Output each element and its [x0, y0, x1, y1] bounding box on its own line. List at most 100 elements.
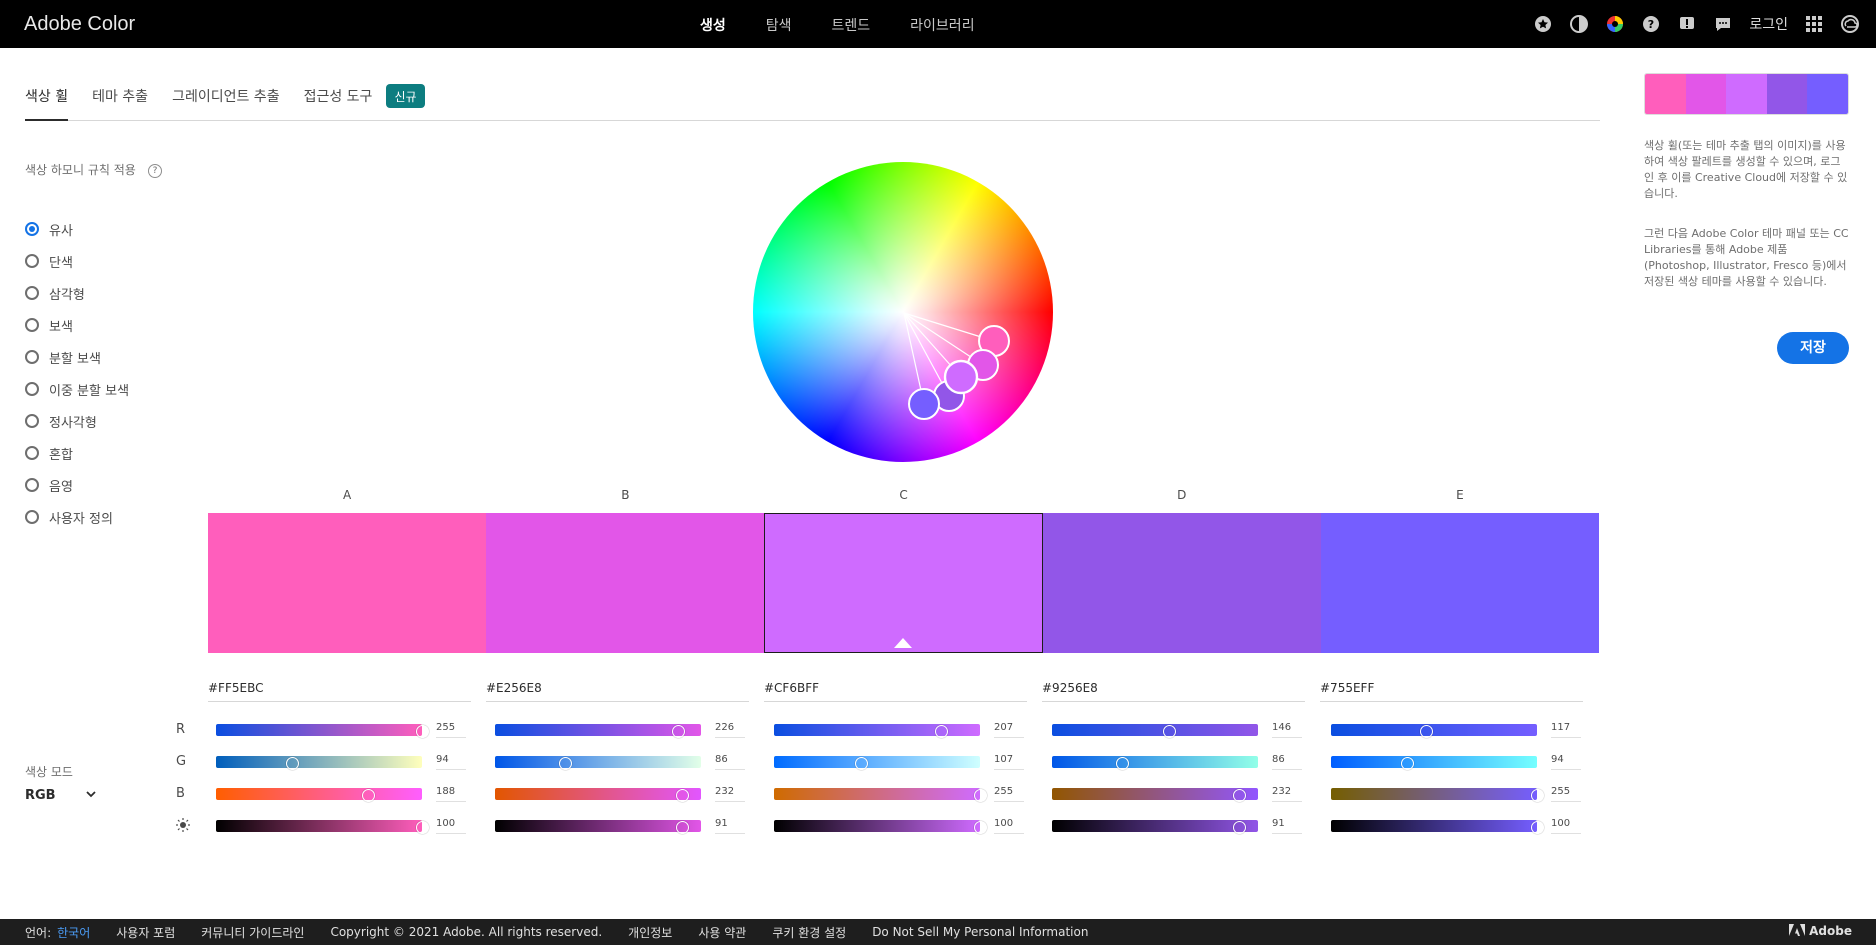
- brightness-value-input[interactable]: 100: [436, 818, 466, 834]
- harmony-help-icon[interactable]: ?: [148, 164, 162, 178]
- brightness-value-input[interactable]: 100: [1551, 818, 1581, 834]
- g-slider-handle[interactable]: [286, 757, 300, 770]
- r-slider-handle[interactable]: [672, 725, 686, 738]
- radio-icon[interactable]: [25, 318, 39, 332]
- g-slider-track[interactable]: [774, 756, 980, 770]
- login-link[interactable]: 로그인: [1749, 14, 1788, 34]
- g-slider-track[interactable]: [216, 756, 422, 770]
- b-slider-track[interactable]: [216, 788, 422, 802]
- brightness-value-input[interactable]: 91: [1272, 818, 1302, 834]
- nav-explore[interactable]: 탐색: [766, 15, 792, 35]
- rule-double-split-complementary[interactable]: 이중 분할 보색: [25, 373, 129, 405]
- r-slider-track[interactable]: [1052, 724, 1258, 738]
- rule-square[interactable]: 정사각형: [25, 405, 129, 437]
- g-slider-track[interactable]: [1052, 756, 1258, 770]
- b-value-input[interactable]: 232: [715, 786, 745, 802]
- radio-icon[interactable]: [25, 286, 39, 300]
- b-slider-track[interactable]: [1052, 788, 1258, 802]
- r-value-input[interactable]: 117: [1551, 722, 1581, 738]
- r-slider-track[interactable]: [495, 724, 701, 738]
- apps-grid-icon[interactable]: [1802, 12, 1826, 36]
- b-slider-track[interactable]: [495, 788, 701, 802]
- color-wheel-icon[interactable]: [1603, 12, 1627, 36]
- b-value-input[interactable]: 188: [436, 786, 466, 802]
- g-slider-handle[interactable]: [559, 757, 573, 770]
- radio-icon[interactable]: [25, 382, 39, 396]
- brightness-slider-handle[interactable]: [974, 821, 987, 834]
- brightness-value-input[interactable]: 100: [994, 818, 1024, 834]
- radio-icon[interactable]: [25, 510, 39, 524]
- rule-shades[interactable]: 음영: [25, 469, 129, 501]
- b-slider-track[interactable]: [774, 788, 987, 802]
- swatch-a[interactable]: [208, 513, 486, 653]
- g-slider-track[interactable]: [1331, 756, 1537, 770]
- tab-extract-gradient[interactable]: 그레이디언트 추출: [172, 82, 280, 121]
- b-slider-track[interactable]: [1331, 788, 1544, 802]
- hex-input-d[interactable]: #9256E8: [1042, 679, 1305, 702]
- hex-input-b[interactable]: #E256E8: [486, 679, 749, 702]
- r-slider-handle[interactable]: [1419, 725, 1433, 738]
- rule-complementary[interactable]: 보색: [25, 309, 129, 341]
- g-value-input[interactable]: 107: [994, 754, 1024, 770]
- r-value-input[interactable]: 226: [715, 722, 745, 738]
- radio-icon[interactable]: [25, 446, 39, 460]
- brightness-slider-handle[interactable]: [416, 821, 429, 834]
- brightness-value-input[interactable]: 91: [715, 818, 745, 834]
- swatch-b[interactable]: [485, 513, 764, 653]
- tab-accessibility-tools[interactable]: 접근성 도구: [304, 82, 373, 121]
- brightness-slider-track[interactable]: [1331, 820, 1544, 834]
- swatch-d[interactable]: [1043, 513, 1322, 653]
- b-value-input[interactable]: 255: [994, 786, 1024, 802]
- app-title[interactable]: Adobe Color: [24, 13, 135, 36]
- dark-mode-icon[interactable]: [1567, 12, 1591, 36]
- r-value-input[interactable]: 207: [994, 722, 1024, 738]
- r-slider-handle[interactable]: [1163, 725, 1177, 738]
- rule-triad[interactable]: 삼각형: [25, 277, 129, 309]
- g-value-input[interactable]: 94: [436, 754, 466, 770]
- r-slider-track[interactable]: [1331, 724, 1537, 738]
- save-button[interactable]: 저장: [1777, 332, 1849, 364]
- hex-input-c[interactable]: #CF6BFF: [764, 679, 1027, 702]
- footer-cookie-link[interactable]: 쿠키 환경 설정: [772, 924, 846, 941]
- brightness-slider-handle[interactable]: [1233, 821, 1247, 834]
- b-slider-handle[interactable]: [362, 789, 376, 802]
- b-value-input[interactable]: 255: [1551, 786, 1581, 802]
- footer-terms-link[interactable]: 사용 약관: [698, 924, 746, 941]
- nav-create[interactable]: 생성: [700, 15, 726, 35]
- rule-monochromatic[interactable]: 단색: [25, 245, 129, 277]
- brightness-slider-track[interactable]: [1052, 820, 1258, 834]
- b-slider-handle[interactable]: [1531, 789, 1544, 802]
- g-slider-track[interactable]: [495, 756, 701, 770]
- r-slider-track[interactable]: [774, 724, 980, 738]
- b-slider-handle[interactable]: [1233, 789, 1247, 802]
- radio-checked-icon[interactable]: [25, 222, 39, 236]
- footer-do-not-sell-link[interactable]: Do Not Sell My Personal Information: [872, 925, 1088, 939]
- tab-color-wheel[interactable]: 색상 휠: [25, 82, 69, 121]
- footer-guidelines-link[interactable]: 커뮤니티 가이드라인: [201, 924, 304, 941]
- g-value-input[interactable]: 86: [715, 754, 745, 770]
- brightness-slider-track[interactable]: [774, 820, 987, 834]
- tab-extract-theme[interactable]: 테마 추출: [92, 82, 148, 121]
- color-mode-select[interactable]: RGB: [25, 788, 97, 804]
- radio-icon[interactable]: [25, 414, 39, 428]
- footer-privacy-link[interactable]: 개인정보: [628, 924, 672, 941]
- g-slider-handle[interactable]: [1116, 757, 1130, 770]
- g-slider-handle[interactable]: [1401, 757, 1415, 770]
- g-value-input[interactable]: 94: [1551, 754, 1581, 770]
- language-link[interactable]: 한국어: [57, 924, 90, 941]
- r-value-input[interactable]: 146: [1272, 722, 1302, 738]
- adobe-logo[interactable]: Adobe: [1788, 924, 1852, 938]
- rule-analogous[interactable]: 유사: [25, 213, 129, 245]
- rule-custom[interactable]: 사용자 정의: [25, 501, 129, 533]
- color-wheel[interactable]: [753, 162, 1055, 464]
- star-icon[interactable]: [1531, 12, 1555, 36]
- radio-icon[interactable]: [25, 350, 39, 364]
- radio-icon[interactable]: [25, 254, 39, 268]
- radio-icon[interactable]: [25, 478, 39, 492]
- r-slider-handle[interactable]: [934, 725, 948, 738]
- brightness-slider-handle[interactable]: [676, 821, 690, 834]
- creative-cloud-icon[interactable]: [1838, 12, 1862, 36]
- r-value-input[interactable]: 255: [436, 722, 466, 738]
- r-slider-handle[interactable]: [416, 725, 429, 738]
- b-slider-handle[interactable]: [676, 789, 690, 802]
